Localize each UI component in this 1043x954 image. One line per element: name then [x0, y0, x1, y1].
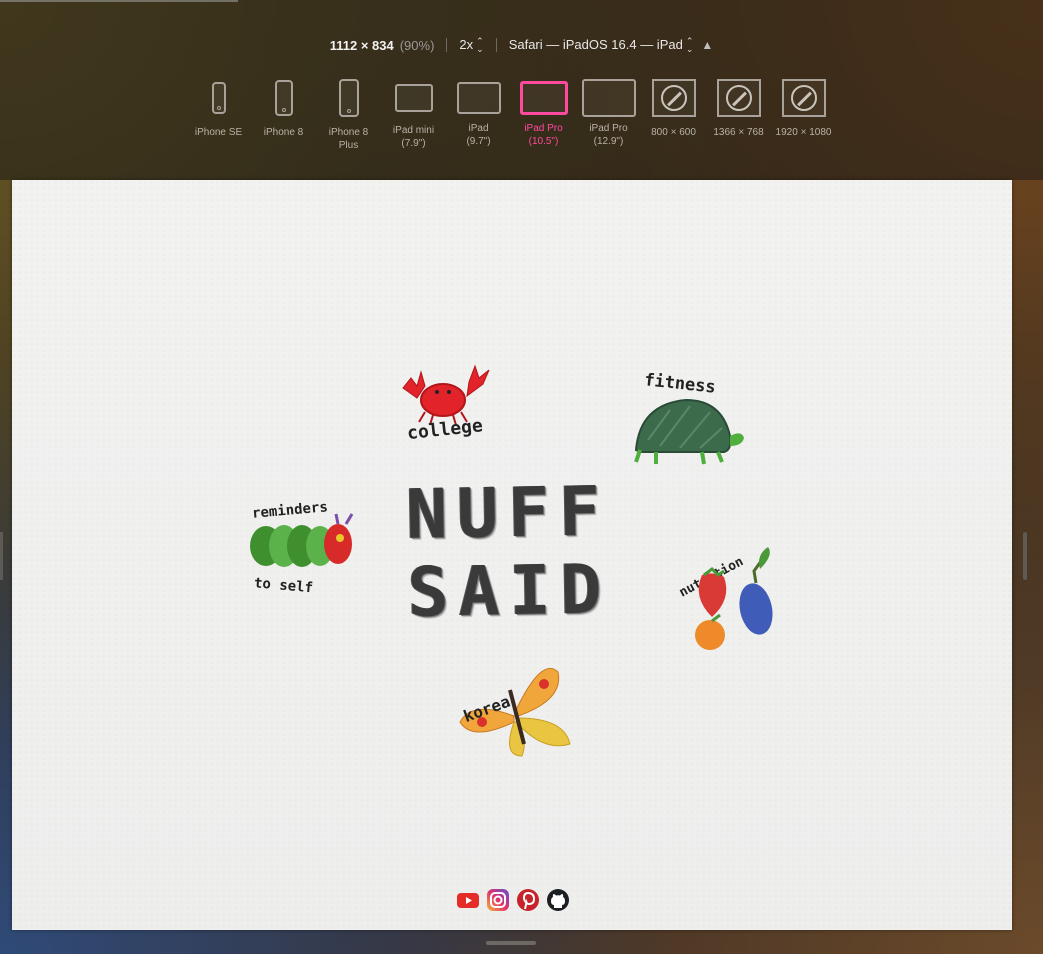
- user-agent-value: Safari — iPadOS 16.4 — iPad: [508, 36, 683, 52]
- device-iphone-8[interactable]: iPhone 8: [251, 78, 316, 158]
- reminders-label: reminders: [251, 499, 328, 522]
- device-800x600[interactable]: 800 × 600: [641, 78, 706, 158]
- ipad-icon: [581, 79, 636, 117]
- chevron-updown-icon: ⌃ ⌄: [685, 36, 694, 55]
- device-label: iPhone SE: [194, 127, 243, 138]
- device-ipad-pro-10-5[interactable]: iPad Pro (10.5"): [511, 78, 576, 158]
- caterpillar-icon: reminders to self: [250, 499, 354, 596]
- ipad-icon: [519, 81, 568, 115]
- divider: [495, 38, 497, 52]
- device-label: iPad Pro (10.5"): [524, 123, 563, 147]
- screen-frame: [781, 79, 826, 117]
- device-label: iPhone 8: [263, 127, 304, 138]
- device-ipad[interactable]: iPad (9.7"): [446, 78, 511, 158]
- fitness-sticker[interactable]: fitness: [630, 370, 750, 470]
- resize-handle-right[interactable]: [1023, 532, 1027, 580]
- crab-icon: college: [402, 364, 490, 444]
- pixel-ratio-select[interactable]: 2x ⌃ ⌄: [459, 37, 483, 54]
- ipad-icon: [394, 84, 433, 112]
- device-label: iPad mini (7.9"): [392, 125, 435, 149]
- github-icon[interactable]: [546, 888, 570, 912]
- device-1366x768[interactable]: 1366 × 768: [706, 78, 771, 158]
- viewport-dimensions[interactable]: 1112 × 834: [330, 38, 394, 53]
- device-ipad-pro-12-9[interactable]: iPad Pro (12.9"): [576, 78, 641, 158]
- ipad-icon: [456, 82, 501, 114]
- turtle-icon: fitness: [634, 370, 744, 465]
- fruit-icon: nutrition: [677, 547, 773, 650]
- headline-line-2: SAID: [406, 550, 613, 633]
- device-ipad-mini[interactable]: iPad mini (7.9"): [381, 78, 446, 158]
- device-label: iPhone 8 Plus: [328, 127, 369, 151]
- divider: [446, 38, 448, 52]
- device-label: iPad (9.7"): [466, 123, 491, 147]
- iphone-icon: [338, 79, 359, 117]
- device-label: iPad Pro (12.9"): [589, 123, 628, 147]
- iphone-icon: [274, 80, 293, 116]
- window-top-line: [0, 0, 238, 2]
- device-1920x1080[interactable]: 1920 × 1080: [771, 78, 836, 158]
- pinterest-icon[interactable]: [516, 888, 540, 912]
- headline-line-1: NUFF: [405, 472, 611, 555]
- iphone-icon: [211, 82, 226, 114]
- butterfly-icon: korea: [459, 667, 571, 757]
- social-links: [456, 888, 570, 912]
- device-iphone-8-plus[interactable]: iPhone 8 Plus: [316, 78, 381, 158]
- warning-icon[interactable]: ▲: [701, 38, 713, 52]
- page-viewport: college fitness reminders to self NUFF S…: [12, 180, 1012, 930]
- instagram-icon[interactable]: [486, 888, 510, 912]
- reminders-sticker[interactable]: reminders to self: [246, 492, 366, 602]
- device-iphone-se[interactable]: iPhone SE: [186, 78, 251, 158]
- device-presets: iPhone SE iPhone 8 iPhone 8 Plus iPad mi…: [186, 78, 836, 158]
- screen-frame: [716, 79, 761, 117]
- pixel-ratio-value: 2x: [459, 36, 474, 52]
- zoom-percentage[interactable]: (90%): [400, 38, 435, 53]
- headline: NUFF SAID: [405, 472, 629, 633]
- viewport-info-bar: 1112 × 834 (90%) 2x ⌃ ⌄ Safari — iPadOS 16…: [0, 35, 1043, 55]
- fitness-label: fitness: [643, 370, 716, 397]
- safari-compass-icon: [790, 85, 817, 111]
- chevron-updown-icon: ⌃ ⌄: [476, 36, 484, 55]
- responsive-design-toolbar: 1112 × 834 (90%) 2x ⌃ ⌄ Safari — iPadOS 16…: [0, 0, 1043, 180]
- youtube-icon[interactable]: [456, 888, 480, 912]
- device-label: 1920 × 1080: [775, 127, 832, 138]
- device-label: 800 × 600: [651, 127, 696, 138]
- user-agent-select[interactable]: Safari — iPadOS 16.4 — iPad ⌃ ⌄: [509, 37, 694, 54]
- korea-sticker[interactable]: korea: [452, 660, 577, 760]
- resize-handle-left[interactable]: [0, 532, 3, 580]
- resize-handle-bottom[interactable]: [486, 941, 536, 945]
- device-label: 1366 × 768: [713, 127, 764, 138]
- college-sticker[interactable]: college: [397, 360, 507, 450]
- college-label: college: [406, 415, 484, 444]
- nutrition-sticker[interactable]: nutrition: [672, 545, 787, 655]
- screen-frame: [651, 79, 696, 117]
- safari-compass-icon: [660, 85, 687, 111]
- to-self-label: to self: [253, 575, 313, 596]
- safari-compass-icon: [725, 85, 752, 111]
